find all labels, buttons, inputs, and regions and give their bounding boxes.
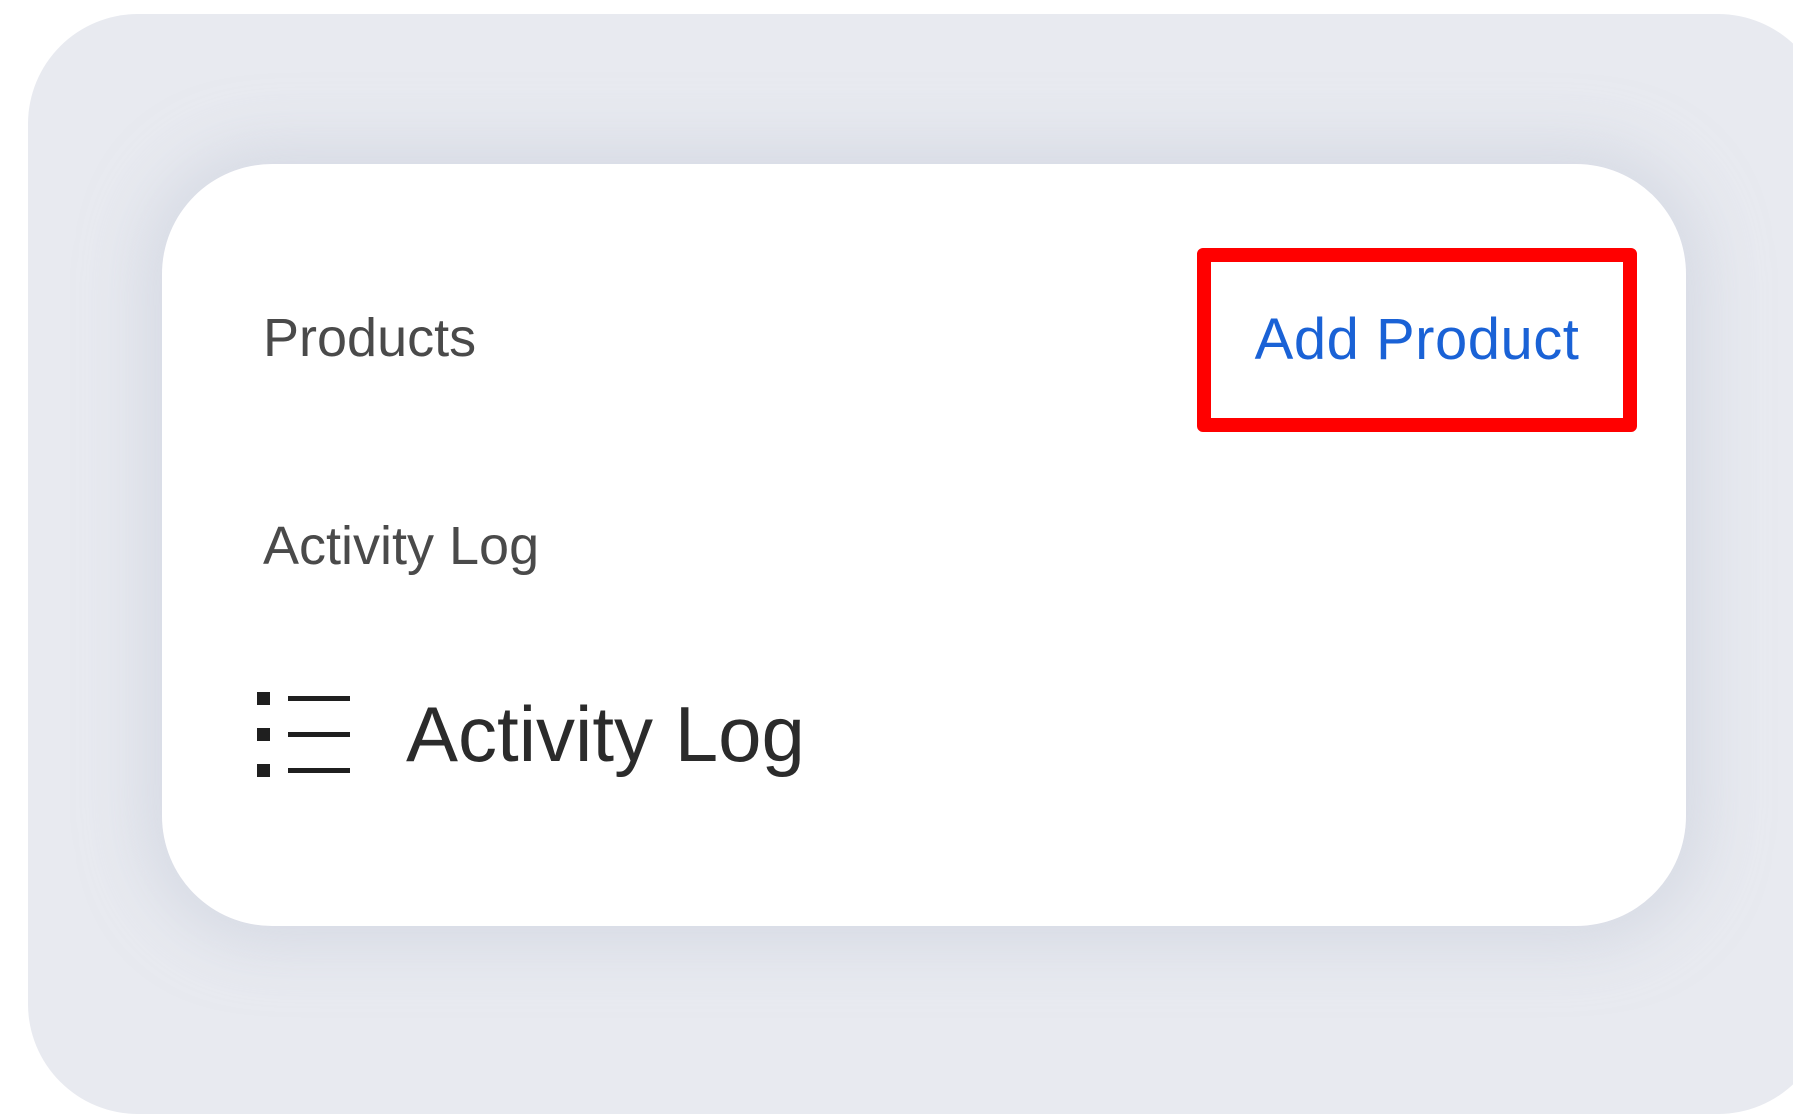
products-section-label: Products [263,308,477,368]
add-product-button[interactable]: Add Product [1197,248,1637,432]
add-product-label: Add Product [1254,307,1580,372]
activity-log-section-label: Activity Log [263,516,540,576]
activity-log-menu-item[interactable]: Activity Log [254,684,805,784]
list-icon [257,692,350,777]
activity-log-item-label: Activity Log [406,690,805,778]
